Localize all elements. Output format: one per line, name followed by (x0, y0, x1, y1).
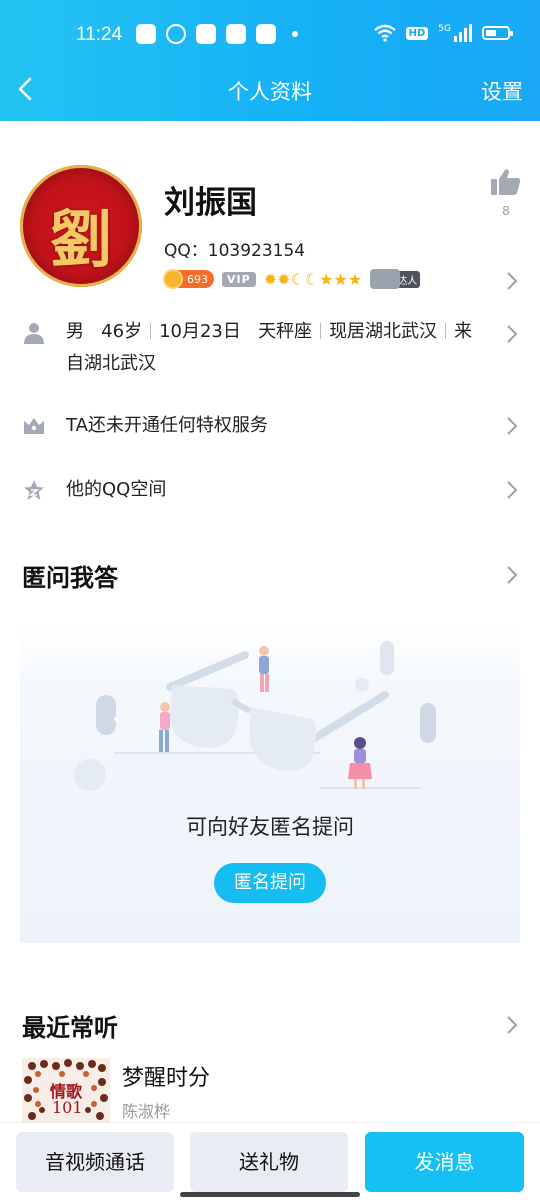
current-location: 现居湖北武汉 (329, 321, 438, 342)
chevron-right-icon (507, 272, 518, 290)
vip-badge: VIP (222, 271, 256, 287)
profile-card[interactable]: 劉 刘振国 QQ：103923154 693 VIP ✹✹☾☾★★★ 达人 8 (0, 121, 540, 301)
qq-app-icon (196, 24, 216, 44)
hd-icon: HD (405, 26, 429, 40)
phone-icon (370, 269, 401, 289)
like-count: 8 (502, 203, 510, 218)
privilege-text: TA还未开通任何特权服务 (66, 415, 268, 436)
gender: 男 (66, 321, 84, 342)
avatar-glyph: 劉 (49, 203, 112, 276)
status-bar: 11:24 HD 5G (0, 0, 540, 70)
basic-info-chevron (506, 324, 518, 344)
qq-id: QQ：103923154 (164, 236, 305, 261)
badge-row[interactable]: 693 VIP ✹✹☾☾★★★ 达人 (163, 269, 421, 289)
chevron-right-icon (507, 417, 518, 435)
daren-badge: 达人 (370, 269, 421, 289)
thumbs-up-icon (491, 169, 521, 195)
song-artist: 陈淑桦 (122, 1102, 171, 1121)
like-button[interactable]: 8 (490, 167, 522, 218)
bottom-action-bar: 音视频通话 送礼物 发消息 (0, 1122, 540, 1200)
person-icon (24, 323, 44, 344)
status-time: 11:24 (76, 24, 123, 45)
anon-qa-caption: 可向好友匿名提问 (186, 815, 354, 839)
anonymous-ask-button[interactable]: 匿名提问 (214, 863, 326, 903)
browser-app-icon (226, 24, 246, 44)
chevron-right-icon (507, 481, 518, 499)
video-app-icon (136, 24, 156, 44)
avatar[interactable]: 劉 (20, 165, 142, 287)
chat-app-icon (166, 24, 186, 44)
more-notifications-icon (292, 31, 298, 37)
chevron-right-icon (507, 325, 518, 343)
basic-info-text: 男 46岁 10月23日 天秤座 现居湖北武汉 来自湖北武汉 (66, 316, 490, 380)
age: 46岁 (101, 321, 143, 342)
birthday: 10月23日 (159, 321, 241, 342)
recent-music-chevron[interactable] (506, 1015, 518, 1035)
qzone-chevron (506, 480, 518, 500)
home-indicator[interactable] (180, 1192, 360, 1197)
anon-qa-chevron[interactable] (506, 565, 518, 585)
qq-label: QQ： (164, 241, 208, 261)
qzone-text: 他的QQ空间 (66, 479, 167, 500)
page-title: 个人资料 (228, 80, 312, 104)
chevron-right-icon (507, 566, 518, 584)
battery-icon (482, 26, 513, 40)
glasses-illustration (74, 641, 436, 791)
album-cover[interactable]: 情歌 101 (22, 1058, 110, 1124)
zodiac: 天秤座 (258, 321, 313, 342)
top-bar: 11:24 HD 5G 个人资料 设置 (0, 0, 540, 121)
signal-icon: 5G (438, 24, 472, 42)
send-message-button[interactable]: 发消息 (365, 1132, 524, 1192)
anon-qa-title: 匿问我答 (22, 564, 118, 592)
system-icons: HD 5G (373, 24, 513, 42)
nav-bar: 个人资料 设置 (0, 70, 540, 110)
qzone-star-icon (24, 480, 44, 500)
network-type: 5G (438, 24, 451, 34)
privilege-row[interactable]: TA还未开通任何特权服务 (0, 410, 540, 446)
profile-name: 刘振国 (164, 185, 257, 221)
coin-icon (163, 269, 183, 289)
album-cover-number: 101 (52, 1098, 83, 1117)
baidu-app-icon (256, 24, 276, 44)
level-badge: 693 (163, 269, 214, 289)
qq-number: 103923154 (207, 241, 306, 261)
notification-icons (136, 24, 298, 44)
basic-info-row[interactable]: 男 46岁 10月23日 天秤座 现居湖北武汉 来自湖北武汉 (0, 316, 540, 380)
chevron-right-icon (507, 1016, 518, 1034)
level-points: 693 (187, 272, 208, 286)
profile-chevron (506, 271, 518, 291)
privilege-chevron (506, 416, 518, 436)
recent-music-title: 最近常听 (22, 1014, 118, 1042)
video-call-button[interactable]: 音视频通话 (16, 1132, 174, 1192)
settings-button[interactable]: 设置 (481, 76, 523, 106)
wifi-icon (373, 24, 396, 42)
qq-level-icons: ✹✹☾☾★★★ (263, 269, 363, 289)
send-gift-button[interactable]: 送礼物 (190, 1132, 348, 1192)
crown-icon (24, 418, 44, 434)
qzone-row[interactable]: 他的QQ空间 (0, 474, 540, 510)
song-title[interactable]: 梦醒时分 (122, 1060, 210, 1092)
anon-qa-card: 可向好友匿名提问 匿名提问 (20, 623, 520, 943)
